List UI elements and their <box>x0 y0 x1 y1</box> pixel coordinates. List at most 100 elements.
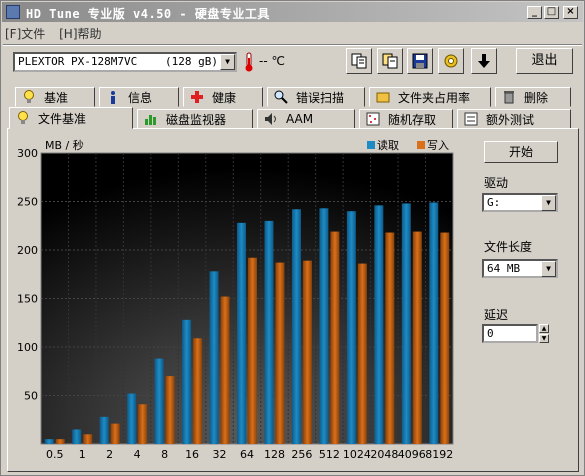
drive-letter-value: G: <box>487 196 501 209</box>
app-icon <box>6 5 20 19</box>
tab-disk-monitor[interactable]: 磁盘监视器 <box>137 109 253 129</box>
y-tick-label: 200 <box>17 244 38 257</box>
tab-label: 文件夹占用率 <box>398 90 471 105</box>
file-length-select[interactable]: 64 MB ▼ <box>482 259 558 278</box>
copy-icon <box>351 53 367 69</box>
file-length-label: 文件长度 <box>484 240 533 254</box>
write-bar <box>357 263 367 444</box>
close-button[interactable]: × <box>563 6 578 19</box>
write-bar <box>440 232 450 444</box>
read-bar <box>127 393 137 444</box>
title-bar[interactable]: HD Tune 专业版 v4.50 - 硬盘专业工具 _ □ × <box>2 2 583 22</box>
maximize-button[interactable]: □ <box>544 6 559 19</box>
y-tick-label: 50 <box>24 390 38 403</box>
window-title: HD Tune 专业版 v4.50 - 硬盘专业工具 <box>26 7 270 21</box>
write-bar <box>220 296 230 444</box>
checklist-icon <box>464 112 478 126</box>
tab-label: 错误扫描 <box>296 90 345 105</box>
menu-bar: [F]文件 [H]帮助 <box>5 25 112 43</box>
gear-icon <box>444 54 458 68</box>
legend-read-swatch <box>367 141 375 149</box>
x-tick-label: 256 <box>291 448 312 461</box>
download-button[interactable] <box>471 48 497 74</box>
benchmark-chart: MB / 秒 50 100 150 200 250 300 0.5 1 2 4 8 16 32 64 128 2… <box>17 138 454 461</box>
drive-label: 驱动 <box>484 176 509 190</box>
write-bar <box>412 231 422 444</box>
write-bar <box>110 423 120 444</box>
x-tick-label: 512 <box>319 448 340 461</box>
options-button[interactable] <box>438 48 464 74</box>
toolbar-divider <box>3 44 582 46</box>
tab-label: 信息 <box>128 90 153 105</box>
write-bar <box>138 404 148 444</box>
legend-write-swatch <box>417 141 425 149</box>
y-tick-label: 250 <box>17 196 38 209</box>
x-tick-label: 0.5 <box>46 448 64 461</box>
y-tick-label: 300 <box>17 147 38 160</box>
delay-input[interactable]: 0 <box>482 324 538 343</box>
spin-up-icon[interactable]: ▲ <box>539 324 549 333</box>
tab-benchmark[interactable]: 基准 <box>15 87 95 107</box>
x-tick-label: 128 <box>264 448 285 461</box>
delay-value: 0 <box>487 327 494 340</box>
tab-label: AAM <box>286 112 314 126</box>
tab-label: 磁盘监视器 <box>166 112 227 127</box>
red-cross-icon <box>190 90 204 104</box>
legend-read-label: 读取 <box>377 138 399 152</box>
menu-help[interactable]: [H]帮助 <box>59 27 101 41</box>
tab-extra-tests[interactable]: 额外测试 <box>457 109 571 129</box>
x-tick-label: 64 <box>240 448 254 461</box>
write-bar <box>55 439 65 444</box>
write-bar <box>330 231 340 444</box>
magnifier-icon <box>274 90 288 104</box>
y-tick-label: 150 <box>17 293 38 306</box>
thermometer-icon <box>245 52 253 72</box>
delay-label: 延迟 <box>484 308 509 322</box>
trash-icon <box>502 90 516 104</box>
start-button[interactable]: 开始 <box>484 141 558 163</box>
tab-erase[interactable]: 删除 <box>495 87 571 107</box>
app-window: HD Tune 专业版 v4.50 - 硬盘专业工具 _ □ × [F]文件 [… <box>0 0 585 476</box>
chevron-down-icon[interactable]: ▼ <box>220 54 235 70</box>
tab-file-benchmark[interactable]: 文件基准 <box>9 107 133 129</box>
tab-error-scan[interactable]: 错误扫描 <box>267 87 365 107</box>
tab-label: 健康 <box>212 90 237 105</box>
x-tick-label: 16 <box>185 448 199 461</box>
random-access-icon <box>366 112 380 126</box>
tab-info[interactable]: 信息 <box>99 87 179 107</box>
x-tick-label: 2 <box>106 448 113 461</box>
minimize-button[interactable]: _ <box>527 6 542 19</box>
exit-button[interactable]: 退出 <box>516 48 573 74</box>
write-bar <box>193 338 203 444</box>
drive-letter-select[interactable]: G: ▼ <box>482 193 558 212</box>
chevron-down-icon[interactable]: ▼ <box>541 195 556 211</box>
read-bar <box>264 220 274 444</box>
folder-icon <box>376 90 390 104</box>
copy-text-button[interactable] <box>346 48 372 74</box>
read-bar <box>182 319 192 444</box>
menu-file[interactable]: [F]文件 <box>5 27 45 41</box>
read-bar <box>429 202 439 444</box>
tab-label: 随机存取 <box>388 112 437 127</box>
write-bar <box>385 232 395 444</box>
file-length-value: 64 MB <box>487 262 521 275</box>
y-axis-label: MB / 秒 <box>45 138 84 152</box>
drive-name: PLEXTOR PX-128M7VC <box>18 55 138 68</box>
write-bar <box>248 257 257 444</box>
spin-down-icon[interactable]: ▼ <box>539 334 549 343</box>
write-bar <box>83 434 93 444</box>
chevron-down-icon[interactable]: ▼ <box>541 261 556 277</box>
drive-dropdown[interactable]: PLEXTOR PX-128M7VC (128 gB) ▼ <box>13 52 237 72</box>
tab-aam[interactable]: AAM <box>257 109 355 129</box>
tab-folder-usage[interactable]: 文件夹占用率 <box>369 87 491 107</box>
x-tick-label: 4096 <box>398 448 426 461</box>
tab-health[interactable]: 健康 <box>183 87 263 107</box>
read-bar <box>401 203 411 444</box>
save-button[interactable] <box>407 48 433 74</box>
read-bar <box>237 222 246 444</box>
read-bar <box>72 429 82 444</box>
read-bar <box>44 439 54 444</box>
y-tick-label: 100 <box>17 341 38 354</box>
tab-random-access[interactable]: 随机存取 <box>359 109 453 129</box>
copy-screenshot-button[interactable] <box>377 48 403 74</box>
